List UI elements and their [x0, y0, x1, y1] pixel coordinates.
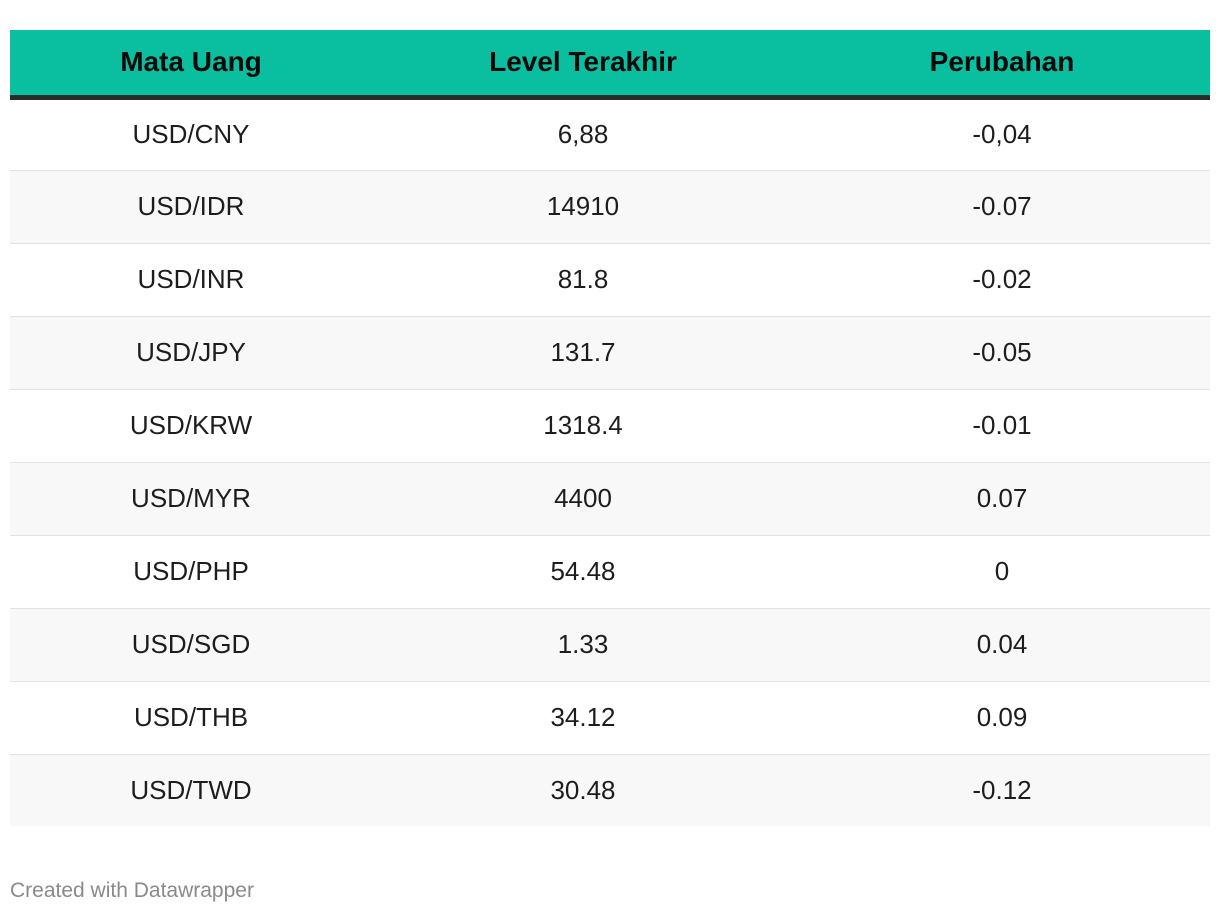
cell-currency: USD/CNY — [132, 119, 250, 149]
table-row: USD/TWD 30.48 -0.12 — [10, 754, 1210, 826]
column-header-currency[interactable]: Mata Uang — [10, 30, 372, 100]
cell-change: -0.02 — [972, 264, 1032, 294]
cell-currency: USD/THB — [133, 702, 249, 732]
cell-last-level: 1.33 — [557, 629, 609, 659]
table-row: USD/JPY 131.7 -0.05 — [10, 316, 1210, 389]
cell-currency: USD/KRW — [129, 410, 253, 440]
cell-currency: USD/INR — [137, 264, 245, 294]
table-row: USD/IDR 14910 -0.07 — [10, 170, 1210, 243]
currency-table: Mata Uang Level Terakhir Perubahan USD/C… — [10, 30, 1210, 826]
table-row: USD/PHP 54.48 0 — [10, 535, 1210, 608]
cell-last-level: 4400 — [554, 483, 612, 513]
table-header: Mata Uang Level Terakhir Perubahan — [10, 30, 1210, 100]
cell-last-level: 6,88 — [557, 119, 609, 149]
cell-currency: USD/TWD — [130, 774, 252, 805]
cell-last-level: 34.12 — [550, 702, 616, 732]
cell-change: -0.12 — [972, 774, 1032, 805]
table-row: USD/THB 34.12 0.09 — [10, 681, 1210, 754]
cell-currency: USD/JPY — [136, 337, 246, 367]
table-body: USD/CNY 6,88 -0,04 USD/IDR 14910 -0.07 U… — [10, 97, 1210, 826]
cell-last-level: 131.7 — [550, 337, 616, 367]
cell-last-level: 30.48 — [550, 774, 616, 805]
cell-currency: USD/MYR — [131, 483, 251, 513]
cell-change: 0.07 — [976, 483, 1028, 513]
cell-change: -0,04 — [972, 119, 1032, 149]
cell-currency: USD/SGD — [131, 629, 251, 659]
datawrapper-credit[interactable]: Created with Datawrapper — [10, 879, 254, 903]
table-row: USD/KRW 1318.4 -0.01 — [10, 389, 1210, 462]
cell-change: -0.01 — [972, 410, 1032, 440]
table-row: USD/SGD 1.33 0.04 — [10, 608, 1210, 681]
cell-last-level: 1318.4 — [543, 410, 623, 440]
cell-change: 0.04 — [976, 629, 1028, 659]
table-row: USD/MYR 4400 0.07 — [10, 462, 1210, 535]
cell-currency: USD/PHP — [133, 556, 249, 586]
cell-currency: USD/IDR — [137, 191, 245, 221]
cell-last-level: 54.48 — [550, 556, 616, 586]
cell-change: -0.07 — [972, 191, 1032, 221]
column-header-change[interactable]: Perubahan — [794, 30, 1210, 100]
cell-last-level: 81.8 — [557, 264, 609, 294]
table-row: USD/INR 81.8 -0.02 — [10, 243, 1210, 316]
cell-change: 0.09 — [976, 702, 1028, 732]
cell-change: -0.05 — [972, 337, 1032, 367]
header-row: Mata Uang Level Terakhir Perubahan — [10, 30, 1210, 100]
column-header-last-level[interactable]: Level Terakhir — [372, 30, 794, 100]
table-row: USD/CNY 6,88 -0,04 — [10, 97, 1210, 170]
cell-last-level: 14910 — [546, 191, 620, 221]
cell-change: 0 — [994, 556, 1010, 586]
currency-table-container: Mata Uang Level Terakhir Perubahan USD/C… — [10, 30, 1210, 826]
